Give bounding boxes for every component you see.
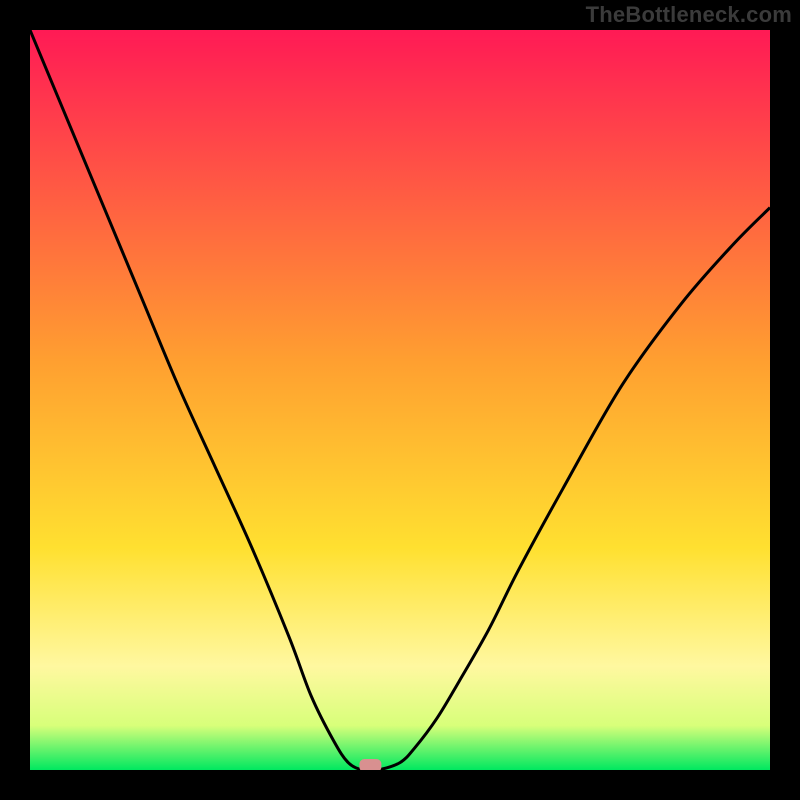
bottleneck-chart xyxy=(30,30,770,770)
gradient-background xyxy=(30,30,770,770)
best-match-marker xyxy=(359,759,381,770)
plot-area xyxy=(30,30,770,770)
watermark-text: TheBottleneck.com xyxy=(586,2,792,28)
chart-frame: TheBottleneck.com xyxy=(0,0,800,800)
